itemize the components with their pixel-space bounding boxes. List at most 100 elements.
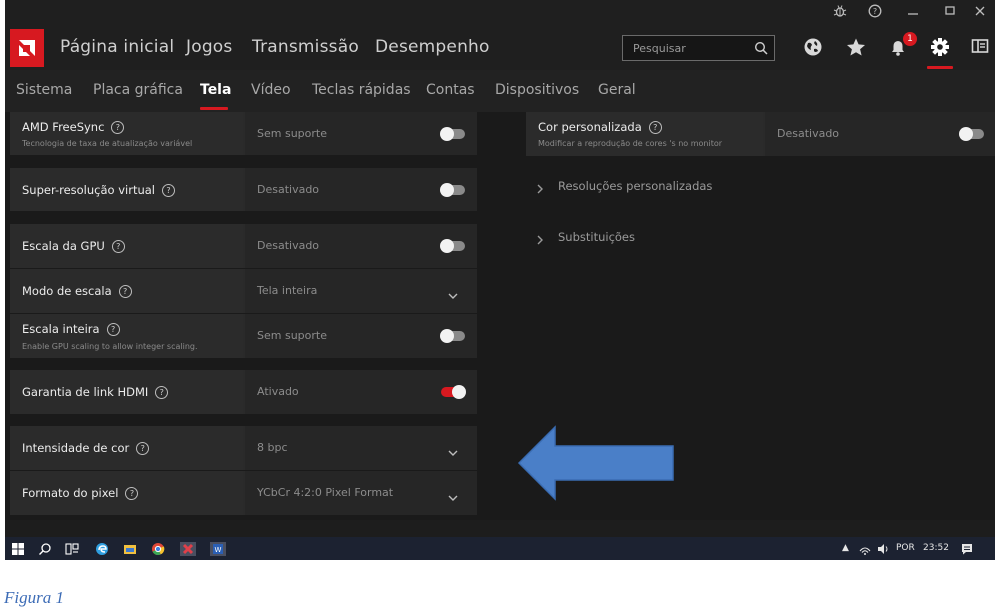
hdmi-link-value: Ativado: [257, 385, 299, 398]
scaling-mode-dropdown[interactable]: Tela inteira: [245, 269, 477, 313]
amd-software-window: ? Página inicial Jogos Transmissão Desem…: [5, 0, 995, 537]
wifi-icon[interactable]: [858, 541, 874, 556]
custom-color-label: Cor personalizada: [538, 120, 642, 134]
chevron-right-icon: [535, 180, 545, 199]
chevron-down-icon[interactable]: [447, 286, 459, 305]
color-depth-value: 8 bpc: [257, 441, 288, 454]
gpu-scaling-value: Desativado: [257, 239, 320, 252]
vsr-row: Super-resolução virtual? Desativado: [10, 168, 477, 212]
windows-start-icon[interactable]: [11, 541, 27, 556]
annotation-arrow: [517, 425, 674, 501]
custom-color-toggle[interactable]: [959, 127, 984, 141]
active-tab-indicator: [200, 107, 228, 110]
search-icon[interactable]: [754, 40, 768, 59]
sub-nav: Sistema Placa gráfica Tela Vídeo Teclas …: [5, 70, 995, 112]
help-icon[interactable]: ?: [162, 184, 175, 197]
tab-accounts[interactable]: Contas: [426, 82, 475, 98]
nav-home[interactable]: Página inicial: [60, 37, 174, 57]
gpu-scaling-toggle[interactable]: [440, 239, 465, 253]
gear-icon[interactable]: [929, 36, 953, 60]
custom-color-panel: Cor personalizada? Modificar a reproduçã…: [526, 112, 995, 156]
maximize-icon[interactable]: [937, 4, 963, 22]
tab-video[interactable]: Vídeo: [251, 82, 291, 98]
notification-badge: 1: [903, 32, 917, 46]
action-center-icon[interactable]: [960, 541, 976, 556]
sidebar-toggle-icon[interactable]: [970, 36, 994, 60]
vsr-panel: Super-resolução virtual? Desativado: [10, 168, 477, 212]
tab-hotkeys[interactable]: Teclas rápidas: [312, 82, 411, 98]
search-icon[interactable]: [38, 541, 54, 556]
scaling-mode-row: Modo de escala? Tela inteira: [10, 269, 477, 314]
close-icon[interactable]: [967, 4, 993, 22]
color-depth-dropdown[interactable]: 8 bpc: [245, 426, 477, 470]
star-icon[interactable]: [845, 36, 869, 60]
hdmi-panel: Garantia de link HDMI? Ativado: [10, 370, 477, 415]
gpu-scaling-panel: Escala da GPU? Desativado Modo de escala…: [10, 224, 477, 359]
integer-scaling-toggle[interactable]: [440, 329, 465, 343]
freesync-description: Tecnologia de taxa de atualização variáv…: [22, 139, 193, 148]
hdmi-link-row: Garantia de link HDMI? Ativado: [10, 370, 477, 415]
speaker-icon[interactable]: [876, 541, 892, 556]
help-icon[interactable]: ?: [106, 323, 120, 336]
tab-general[interactable]: Geral: [598, 82, 636, 98]
svg-text:?: ?: [873, 7, 877, 16]
amd-software-taskbar-icon[interactable]: [180, 541, 196, 556]
integer-scaling-description: Enable GPU scaling to allow integer scal…: [22, 342, 198, 351]
pixel-format-row: Formato do pixel? YCbCr 4:2:0 Pixel Form…: [10, 471, 477, 516]
file-explorer-icon[interactable]: [123, 541, 139, 556]
custom-color-value: Desativado: [777, 127, 840, 140]
help-icon[interactable]: ?: [648, 121, 662, 134]
bug-icon[interactable]: [827, 4, 853, 22]
nav-streaming[interactable]: Transmissão: [252, 37, 359, 57]
scaling-mode-value: Tela inteira: [257, 284, 318, 297]
taskbar-clock[interactable]: 23:52: [923, 543, 949, 553]
tab-system[interactable]: Sistema: [16, 82, 72, 98]
tab-graphics[interactable]: Placa gráfica: [93, 82, 183, 98]
chrome-icon[interactable]: [151, 541, 167, 556]
nav-performance[interactable]: Desempenho: [375, 37, 490, 57]
overrides-label: Substituições: [558, 230, 636, 244]
freesync-toggle[interactable]: [440, 127, 465, 141]
hdmi-link-toggle[interactable]: [441, 385, 466, 399]
edge-icon[interactable]: [95, 541, 111, 556]
globe-icon[interactable]: [802, 36, 826, 60]
custom-resolutions-label: Resoluções personalizadas: [558, 179, 713, 193]
language-indicator[interactable]: POR: [896, 543, 915, 553]
help-icon[interactable]: ?: [155, 386, 169, 399]
svg-text:W: W: [215, 546, 222, 554]
tab-devices[interactable]: Dispositivos: [495, 82, 579, 98]
amd-logo[interactable]: [10, 29, 44, 67]
pixel-format-dropdown[interactable]: YCbCr 4:2:0 Pixel Format: [245, 471, 477, 515]
vsr-toggle[interactable]: [440, 183, 465, 197]
freesync-label: AMD FreeSync: [22, 120, 105, 134]
help-icon[interactable]: ?: [111, 240, 125, 253]
background-strip: [5, 520, 995, 537]
chevron-up-icon[interactable]: ▲: [842, 543, 849, 553]
chevron-right-icon: [535, 231, 545, 250]
tab-display[interactable]: Tela: [200, 82, 231, 98]
help-icon[interactable]: ?: [118, 285, 132, 298]
chevron-down-icon[interactable]: [447, 488, 459, 507]
title-bar: ?: [5, 0, 995, 26]
task-view-icon[interactable]: [65, 541, 81, 556]
help-icon[interactable]: ?: [111, 121, 125, 134]
integer-scaling-label: Escala inteira: [22, 322, 100, 336]
scaling-mode-label: Modo de escala: [22, 284, 112, 298]
chevron-down-icon[interactable]: [447, 443, 459, 462]
color-depth-row: Intensidade de cor? 8 bpc: [10, 426, 477, 471]
figure-caption: Figura 1: [4, 588, 64, 607]
help-icon[interactable]: ?: [136, 442, 150, 455]
hdmi-link-label: Garantia de link HDMI: [22, 385, 149, 399]
vsr-value: Desativado: [257, 183, 320, 196]
main-nav: Página inicial Jogos Transmissão Desempe…: [5, 26, 995, 70]
vsr-label: Super-resolução virtual: [22, 183, 155, 197]
integer-scaling-value: Sem suporte: [257, 329, 327, 342]
windows-taskbar: W ▲ POR 23:52: [5, 537, 995, 560]
search-input[interactable]: [623, 36, 748, 60]
help-icon[interactable]: ?: [125, 487, 139, 500]
help-icon[interactable]: ?: [862, 4, 888, 22]
word-icon[interactable]: W: [210, 541, 226, 556]
minimize-icon[interactable]: [900, 4, 926, 22]
nav-games[interactable]: Jogos: [186, 37, 232, 57]
freesync-panel: AMD FreeSync? Tecnologia de taxa de atua…: [10, 112, 477, 156]
